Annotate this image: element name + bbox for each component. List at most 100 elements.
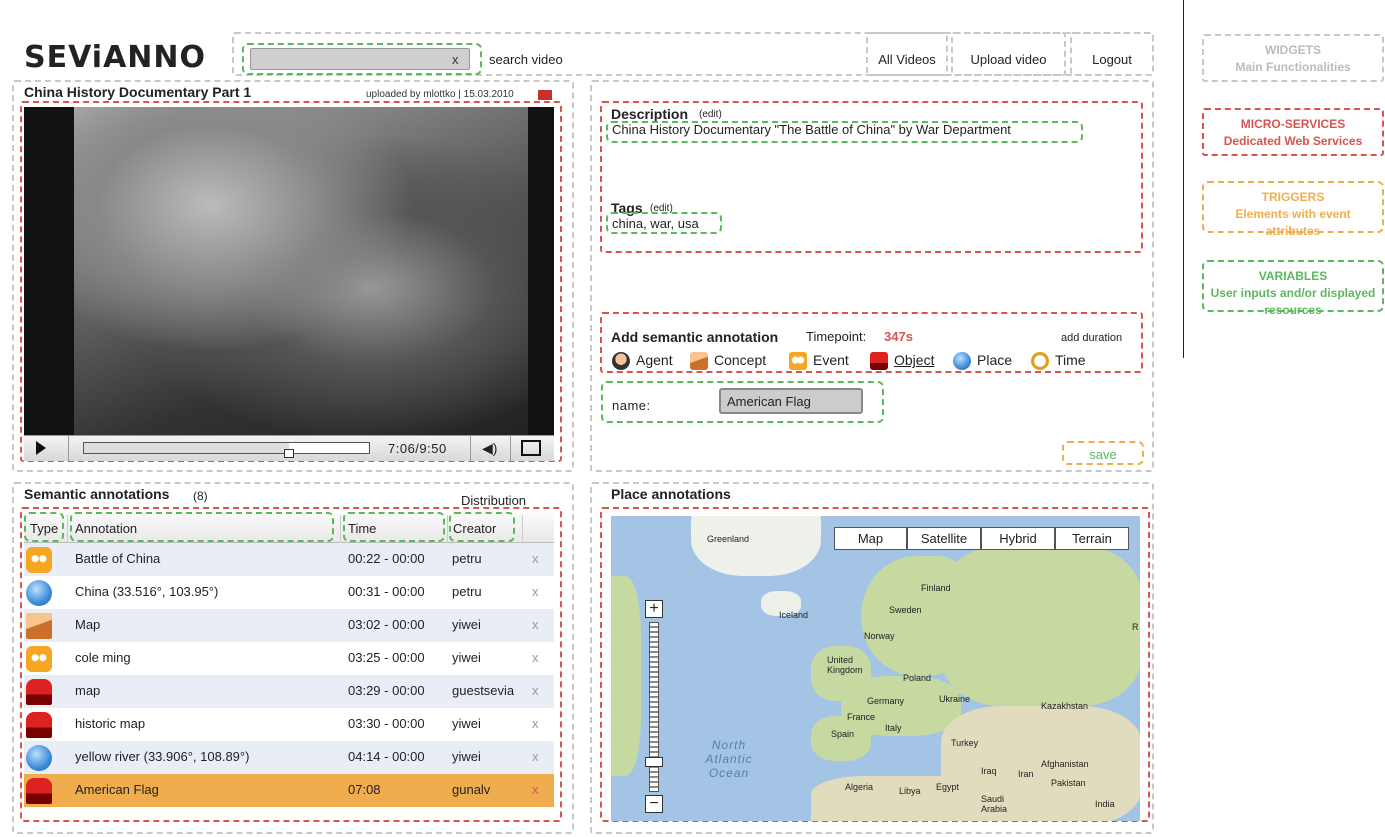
time-cell: 03:25 - 00:00 — [348, 650, 425, 665]
video-progress-handle[interactable] — [284, 449, 294, 458]
column-header-creator[interactable]: Creator — [453, 521, 496, 536]
time-cell: 03:30 - 00:00 — [348, 716, 425, 731]
report-flag-icon[interactable] — [538, 90, 552, 100]
type-concept-label: Concept — [714, 352, 767, 368]
delete-annotation-button[interactable]: x — [532, 650, 546, 665]
map-type-hybrid-button[interactable]: Hybrid — [981, 527, 1055, 550]
type-place-button[interactable]: Place — [953, 352, 1012, 372]
concept-icon — [26, 613, 52, 639]
map-label: Algeria — [845, 782, 874, 792]
creator-cell: gunalv — [452, 782, 491, 797]
creator-cell: yiwei — [452, 749, 481, 764]
timepoint-label: Timepoint: — [806, 329, 867, 344]
map-type-control: Map Satellite Hybrid Terrain — [834, 527, 1129, 550]
legend-micro-services: MICRO-SERVICES Dedicated Web Services — [1202, 108, 1384, 156]
legend-divider — [1183, 0, 1184, 358]
creator-cell: yiwei — [452, 617, 481, 632]
map-label: Saudi Arabia — [981, 794, 1008, 814]
annotation-cell: Battle of China — [75, 551, 161, 566]
fullscreen-icon[interactable] — [521, 440, 541, 456]
zoom-slider-handle[interactable] — [645, 757, 663, 767]
table-row[interactable]: map 03:29 - 00:00 guestsevia x — [24, 675, 554, 708]
delete-annotation-button[interactable]: x — [532, 782, 546, 797]
creator-cell: yiwei — [452, 716, 481, 731]
table-row[interactable]: China (33.516°, 103.95°) 00:31 - 00:00 pet… — [24, 576, 554, 609]
zoom-out-button[interactable]: − — [645, 795, 663, 813]
delete-annotation-button[interactable]: x — [532, 617, 546, 632]
map-type-map-button[interactable]: Map — [834, 527, 907, 550]
map-label: Afghanistan — [1041, 759, 1089, 769]
video-upload-meta: uploaded by mlottko | 15.03.2010 — [366, 89, 514, 100]
event-icon — [26, 547, 52, 573]
legend-variables-title: VARIABLES — [1258, 269, 1328, 283]
delete-annotation-button[interactable]: x — [532, 716, 546, 731]
map-label: Turkey — [951, 738, 979, 748]
legend-widgets-desc: Main Functionalities — [1235, 60, 1351, 74]
map-label: Iran — [1018, 769, 1034, 779]
app-logo: SEViANNO — [24, 40, 207, 75]
type-time-label: Time — [1055, 352, 1086, 368]
type-agent-button[interactable]: Agent — [612, 352, 673, 372]
distribution-link[interactable]: Distribution — [461, 493, 526, 508]
control-separator — [510, 436, 511, 461]
description-edit-link[interactable]: (edit) — [699, 109, 722, 120]
video-title: China History Documentary Part 1 — [24, 84, 252, 100]
video-progress-fill — [84, 443, 289, 453]
time-icon — [1031, 352, 1049, 371]
table-row[interactable]: American Flag 07:08 gunalv x — [24, 774, 554, 807]
control-separator — [470, 436, 471, 461]
type-time-button[interactable]: Time — [1031, 352, 1086, 372]
search-clear-button[interactable]: x — [452, 52, 459, 67]
agent-icon — [612, 352, 630, 371]
map-label: Spain — [831, 729, 855, 739]
video-player[interactable] — [24, 107, 554, 435]
object-icon — [26, 778, 52, 804]
volume-icon[interactable]: ◀) — [482, 440, 497, 457]
type-concept-button[interactable]: Concept — [690, 352, 766, 372]
table-row[interactable]: cole ming 03:25 - 00:00 yiwei x — [24, 642, 554, 675]
place-icon — [26, 745, 52, 771]
object-icon — [870, 352, 888, 371]
table-row[interactable]: yellow river (33.906°, 108.89°) 04:14 - 0… — [24, 741, 554, 774]
zoom-in-button[interactable]: + — [645, 600, 663, 618]
upload-video-button[interactable]: Upload video — [951, 32, 1066, 76]
delete-annotation-button[interactable]: x — [532, 551, 546, 566]
control-separator — [68, 436, 69, 461]
column-header-type[interactable]: Type — [30, 521, 58, 536]
table-row[interactable]: Map 03:02 - 00:00 yiwei x — [24, 609, 554, 642]
table-row[interactable]: historic map 03:30 - 00:00 yiwei x — [24, 708, 554, 741]
column-header-time[interactable]: Time — [348, 521, 376, 536]
map-type-terrain-button[interactable]: Terrain — [1055, 527, 1129, 550]
map-label: Germany — [867, 696, 905, 706]
event-icon — [26, 646, 52, 672]
column-header-annotation[interactable]: Annotation — [75, 521, 137, 536]
map-label: Kazakhstan — [1041, 701, 1089, 711]
delete-annotation-button[interactable]: x — [532, 584, 546, 599]
table-row[interactable]: Battle of China 00:22 - 00:00 petru x — [24, 543, 554, 576]
annotation-name-input[interactable] — [719, 388, 863, 414]
time-cell: 00:22 - 00:00 — [348, 551, 425, 566]
type-object-button[interactable]: Object — [870, 352, 934, 372]
search-video-label[interactable]: search video — [489, 52, 563, 67]
play-icon[interactable] — [36, 441, 46, 455]
search-input[interactable] — [250, 48, 470, 70]
save-button[interactable]: save — [1062, 441, 1144, 465]
tags-value: china, war, usa — [612, 216, 699, 231]
annotation-cell: historic map — [75, 716, 146, 731]
time-cell: 03:02 - 00:00 — [348, 617, 425, 632]
delete-annotation-button[interactable]: x — [532, 683, 546, 698]
delete-annotation-button[interactable]: x — [532, 749, 546, 764]
map-label: France — [847, 712, 876, 722]
all-videos-button[interactable]: All Videos — [866, 32, 948, 76]
legend-triggers-title: TRIGGERS — [1261, 190, 1325, 204]
description-value: China History Documentary "The Battle of… — [612, 122, 1011, 137]
add-duration-link[interactable]: add duration — [1061, 332, 1122, 344]
logout-button[interactable]: Logout — [1070, 32, 1154, 76]
map-canvas[interactable]: Greenland Iceland Finland Sweden Norway … — [611, 516, 1140, 821]
map-label: Iraq — [981, 766, 997, 776]
type-event-button[interactable]: Event — [789, 352, 849, 372]
legend-variables-desc: User inputs and/or displayed resources — [1210, 286, 1376, 317]
type-place-label: Place — [977, 352, 1013, 368]
annotation-cell: yellow river (33.906°, 108.89°) — [75, 749, 250, 764]
map-type-satellite-button[interactable]: Satellite — [907, 527, 981, 550]
